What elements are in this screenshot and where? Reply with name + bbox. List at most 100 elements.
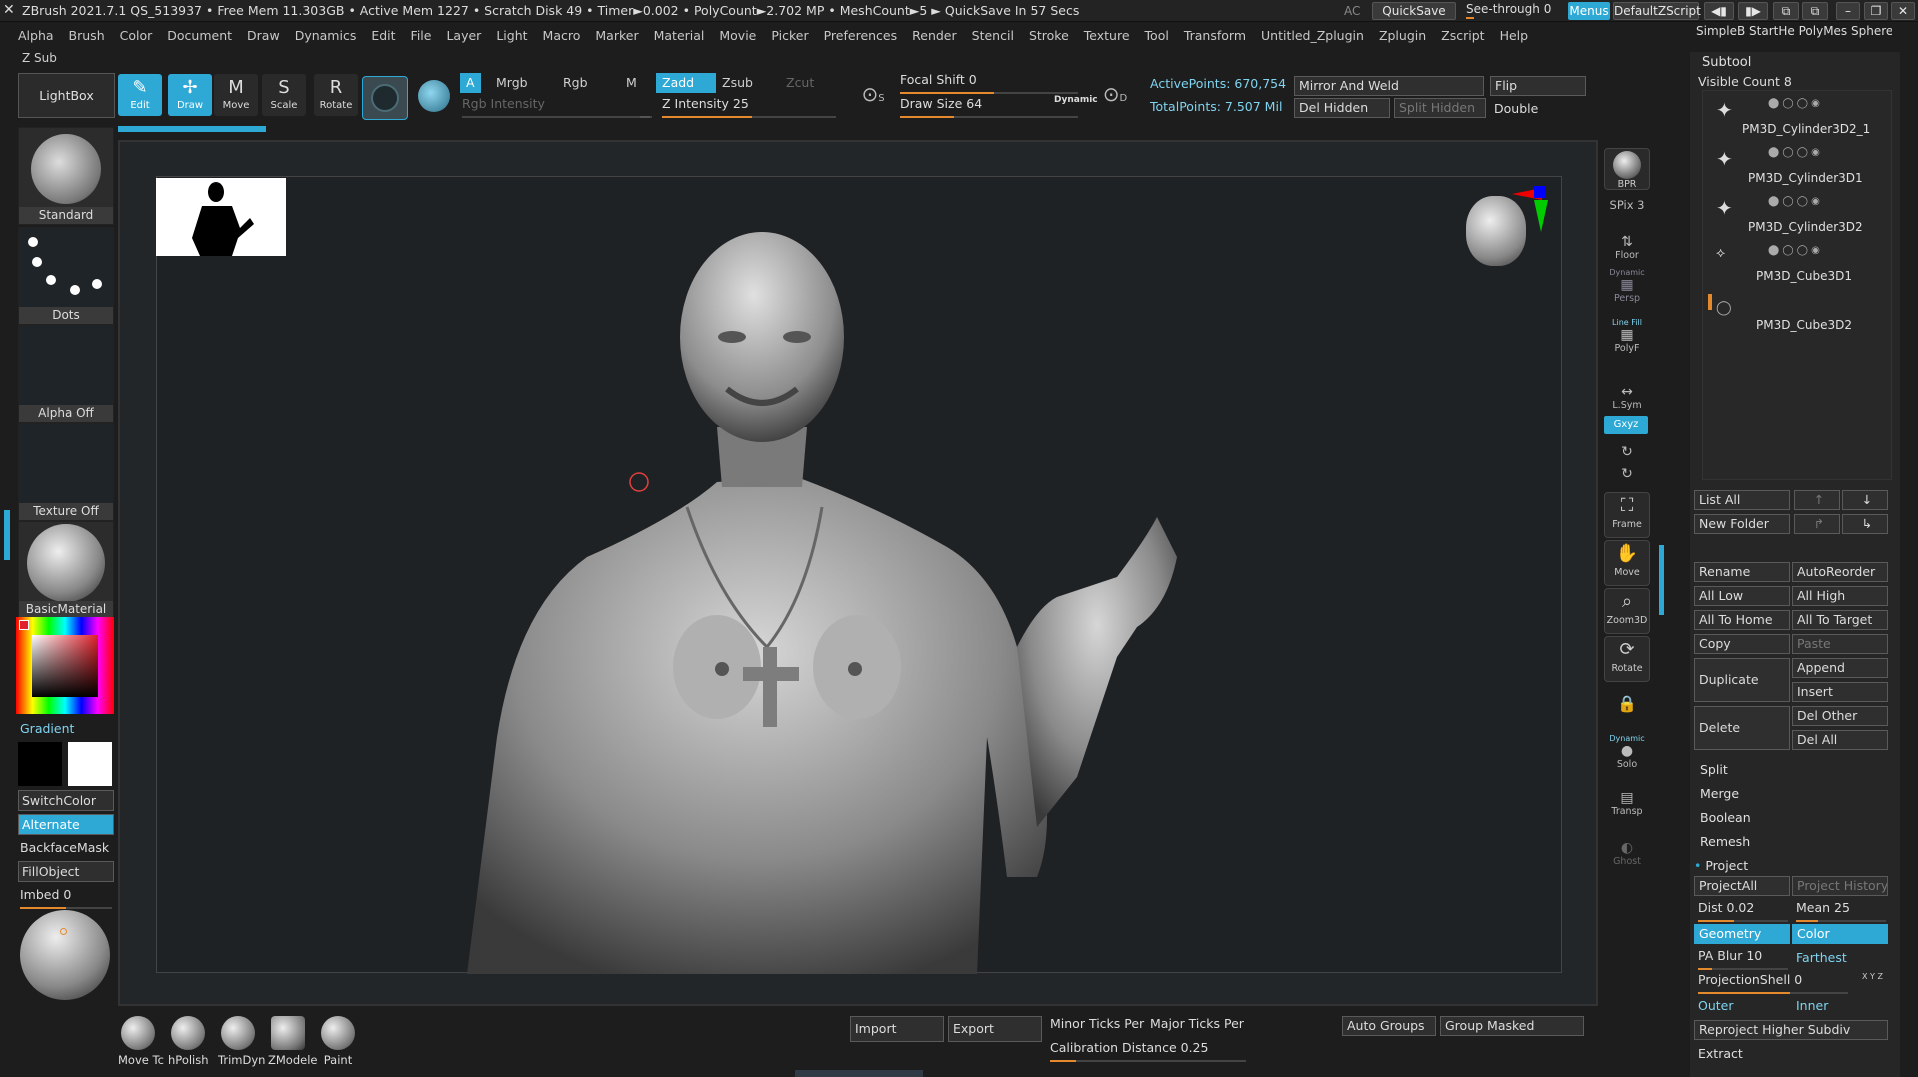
del-all-button[interactable]: Del All xyxy=(1792,730,1888,750)
bottom-tray-handle[interactable] xyxy=(795,1070,923,1077)
bpr-button[interactable]: BPR xyxy=(1604,148,1650,190)
menu-document[interactable]: Document xyxy=(167,28,232,43)
subtool-item[interactable]: ⟡ ⬤ ◯ ◯ ◉ PM3D_Cube3D1 xyxy=(1708,241,1888,290)
move-button[interactable]: M Move xyxy=(214,74,258,116)
merge-section[interactable]: Merge xyxy=(1700,786,1739,801)
flip-button[interactable]: Flip xyxy=(1490,76,1586,96)
tab-simpleb[interactable]: SimpleB xyxy=(1696,24,1745,38)
quicksave-button[interactable]: QuickSave xyxy=(1372,2,1456,20)
split-hidden-button[interactable]: Split Hidden xyxy=(1394,98,1486,118)
boolean-section[interactable]: Boolean xyxy=(1700,810,1751,825)
imbed-slider[interactable]: Imbed 0 xyxy=(20,887,112,909)
insert-button[interactable]: Insert xyxy=(1792,682,1888,702)
secondary-color-swatch[interactable] xyxy=(18,742,62,786)
paste-button[interactable]: Paste xyxy=(1792,634,1888,654)
menus-button[interactable]: Menus xyxy=(1568,2,1610,20)
color-square[interactable] xyxy=(32,635,98,697)
copy-button[interactable]: Copy xyxy=(1694,634,1790,654)
zcut-toggle[interactable]: Zcut xyxy=(780,73,820,93)
all-to-target-button[interactable]: All To Target xyxy=(1792,610,1888,630)
persp-button[interactable]: Dynamic ▦ Persp xyxy=(1602,268,1652,304)
alternate-button[interactable]: Alternate xyxy=(18,814,114,835)
menu-texture[interactable]: Texture xyxy=(1084,28,1130,43)
window-layout2-icon[interactable]: ⧉ xyxy=(1802,2,1828,20)
zmodeler-brush[interactable]: ZModele xyxy=(268,1016,317,1067)
layout-prev-icon[interactable]: ◀▮ xyxy=(1704,2,1734,20)
menu-picker[interactable]: Picker xyxy=(771,28,808,43)
left-tray-handle[interactable] xyxy=(4,510,10,560)
all-low-button[interactable]: All Low xyxy=(1694,586,1790,606)
menu-zplugin[interactable]: Zplugin xyxy=(1379,28,1426,43)
restore-icon[interactable]: ❐ xyxy=(1864,2,1888,20)
backface-mask-button[interactable]: BackfaceMask xyxy=(20,840,109,855)
project-all-button[interactable]: ProjectAll xyxy=(1694,876,1790,896)
subtool-item[interactable]: ✦ ⬤ ◯ ◯ ◉ PM3D_Cylinder3D2_1 xyxy=(1708,94,1888,143)
paint-brush[interactable]: Paint xyxy=(318,1016,358,1067)
rotate-button[interactable]: R Rotate xyxy=(314,74,358,116)
list-all-button[interactable]: List All xyxy=(1694,490,1790,510)
xyz-axis-toggle[interactable]: X Y Z xyxy=(1862,972,1883,981)
menu-movie[interactable]: Movie xyxy=(719,28,756,43)
auto-groups-button[interactable]: Auto Groups xyxy=(1342,1016,1436,1036)
menu-alpha[interactable]: Alpha xyxy=(18,28,54,43)
zoom3d-button[interactable]: ⌕ Zoom3D xyxy=(1604,588,1650,634)
material-preview-sphere[interactable] xyxy=(20,910,110,1000)
stroke-thumb[interactable]: Dots xyxy=(18,227,114,325)
zsub-toggle[interactable]: Zsub xyxy=(716,73,759,93)
menu-brush[interactable]: Brush xyxy=(69,28,105,43)
primary-color-swatch[interactable] xyxy=(68,742,112,786)
geometry-toggle[interactable]: Geometry xyxy=(1694,924,1790,944)
mirror-and-weld-button[interactable]: Mirror And Weld xyxy=(1294,76,1484,96)
edit-button[interactable]: ✎ Edit xyxy=(118,74,162,116)
menu-dynamics[interactable]: Dynamics xyxy=(295,28,357,43)
menu-file[interactable]: File xyxy=(411,28,432,43)
farthest-toggle[interactable]: Farthest xyxy=(1796,950,1847,965)
draw-button[interactable]: ✢ Draw xyxy=(168,74,212,116)
rotate-view-button[interactable]: ⟳ Rotate xyxy=(1604,636,1650,682)
switch-color-button[interactable]: SwitchColor xyxy=(18,790,114,811)
menu-tool[interactable]: Tool xyxy=(1145,28,1169,43)
projection-shell-slider[interactable]: ProjectionShell 0 xyxy=(1698,972,1848,994)
move-view-button[interactable]: ✋ Move xyxy=(1604,540,1650,586)
focal-shift-slider[interactable]: Focal Shift 0 xyxy=(900,72,1078,94)
tab-sphere3[interactable]: Sphere3 xyxy=(1851,24,1892,38)
auto-reorder-button[interactable]: AutoReorder xyxy=(1792,562,1888,582)
visible-count[interactable]: Visible Count 8 xyxy=(1698,74,1792,89)
subtool-item[interactable]: ◯ PM3D_Cube3D2 xyxy=(1708,290,1888,339)
sculpt-model[interactable] xyxy=(157,177,1563,974)
xyz-rotate-button[interactable]: Gxyz xyxy=(1604,416,1648,434)
gradient-label[interactable]: Gradient xyxy=(20,721,74,736)
material-thumb[interactable]: BasicMaterial xyxy=(18,521,114,619)
mrgb-toggle[interactable]: Mrgb xyxy=(490,73,534,93)
color-toggle[interactable]: Color xyxy=(1792,924,1888,944)
window-layout-icon[interactable]: ⧉ xyxy=(1773,2,1799,20)
subtool-toggles-icon[interactable]: ⬤ ◯ ◯ ◉ xyxy=(1768,98,1820,109)
menu-material[interactable]: Material xyxy=(654,28,705,43)
silhouette-thumbnail[interactable] xyxy=(156,178,286,256)
group-masked-button[interactable]: Group Masked xyxy=(1440,1016,1584,1036)
mean-slider[interactable]: Mean 25 xyxy=(1796,900,1886,922)
floor-button[interactable]: ⇅ Floor xyxy=(1602,234,1652,261)
material-ball-icon[interactable] xyxy=(418,80,450,112)
menu-light[interactable]: Light xyxy=(496,28,527,43)
hpolish-brush[interactable]: hPolish xyxy=(168,1016,209,1067)
focal-shift-s-icon[interactable]: ⊙S xyxy=(858,82,888,112)
menu-macro[interactable]: Macro xyxy=(543,28,581,43)
zadd-toggle[interactable]: Zadd xyxy=(656,73,716,93)
frame-button[interactable]: ⛶ Frame xyxy=(1604,492,1650,538)
subtool-toggles-icon[interactable]: ⬤ ◯ ◯ ◉ xyxy=(1768,245,1820,256)
m-toggle[interactable]: M xyxy=(620,73,643,93)
delete-button[interactable]: Delete xyxy=(1694,706,1790,750)
menu-help[interactable]: Help xyxy=(1500,28,1529,43)
subtool-title[interactable]: Subtool xyxy=(1702,55,1751,70)
major-ticks-slider[interactable]: Major Ticks Per U xyxy=(1150,1016,1246,1034)
draw-size-d-icon[interactable]: ⊙D xyxy=(1100,82,1130,112)
navigation-skull-gizmo[interactable] xyxy=(1466,186,1550,296)
subtool-item[interactable]: ✦ ⬤ ◯ ◯ ◉ PM3D_Cylinder3D2 xyxy=(1708,192,1888,241)
move-up-folder-icon[interactable]: ↱ xyxy=(1794,514,1840,534)
polyf-button[interactable]: Line Fill ▦ PolyF xyxy=(1602,318,1652,354)
menu-stroke[interactable]: Stroke xyxy=(1029,28,1069,43)
subtool-item[interactable]: ✦ ⬤ ◯ ◯ ◉ PM3D_Cylinder3D1 xyxy=(1708,143,1888,192)
fill-object-button[interactable]: FillObject xyxy=(18,861,114,882)
solo-button[interactable]: Dynamic ● Solo xyxy=(1602,734,1652,770)
